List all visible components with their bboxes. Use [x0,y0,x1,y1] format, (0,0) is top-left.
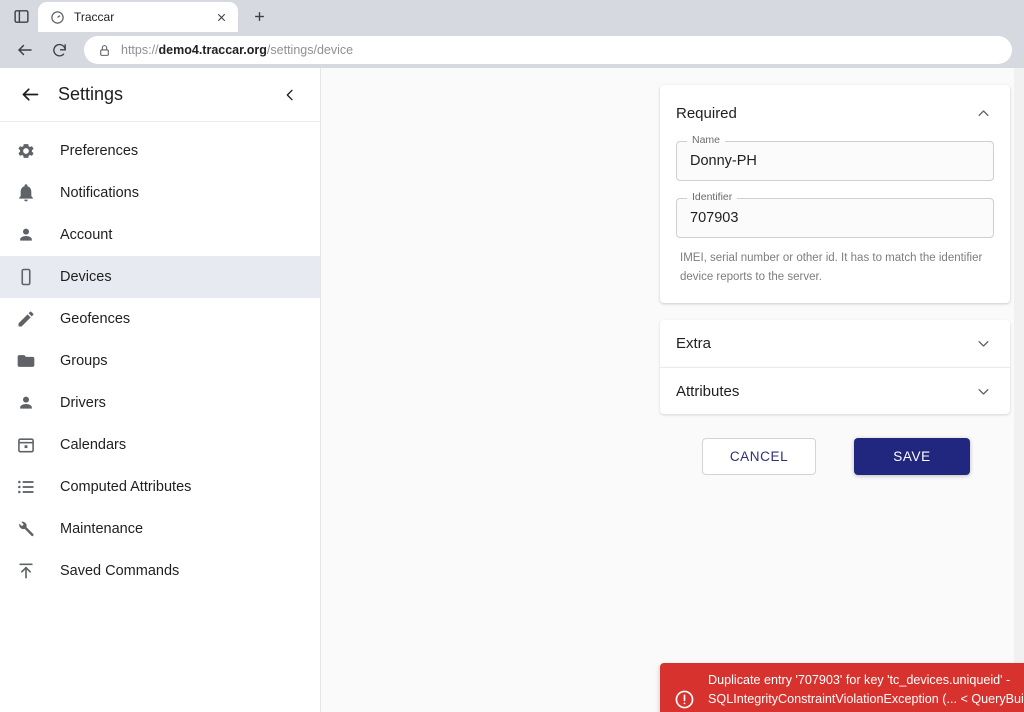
sidebar-item-preferences[interactable]: Preferences [0,130,320,172]
required-section-card: Required Name Identifier [660,85,1010,303]
attributes-section-header[interactable]: Attributes [660,367,1010,414]
sidebar-item-label: Groups [60,353,108,369]
snackbar-message: Duplicate entry '707903' for key 'tc_dev… [708,673,1024,712]
sidebar-item-devices[interactable]: Devices [0,256,320,298]
section-title: Extra [676,335,712,352]
collapsed-sections: Extra Attributes [660,320,1010,414]
person-icon [14,223,38,247]
sidebar-item-label: Preferences [60,143,139,159]
back-arrow-icon[interactable] [18,83,42,107]
sidebar-item-computed-attributes[interactable]: Computed Attributes [0,466,320,508]
new-tab-button[interactable] [244,2,274,30]
sidebar-item-maintenance[interactable]: Maintenance [0,508,320,550]
upload-icon [14,559,38,583]
sidebar-item-label: Notifications [60,185,139,201]
device-icon [14,265,38,289]
cancel-button[interactable]: CANCEL [702,438,816,475]
section-title: Attributes [676,382,740,400]
required-section-header[interactable]: Required [660,85,1010,141]
url-text: https://demo4.traccar.org/settings/devic… [121,43,353,57]
back-arrow-icon[interactable] [10,35,40,65]
section-title: Required [676,104,737,122]
tab-close-icon[interactable] [212,8,230,26]
settings-nav-list: Preferences Notifications Account Device… [0,122,320,592]
device-form: Required Name Identifier [660,85,1010,475]
sidebar-item-label: Devices [60,269,112,285]
sidebar-item-groups[interactable]: Groups [0,340,320,382]
calendar-icon [14,433,38,457]
traccar-favicon [50,10,65,25]
sidebar-item-saved-commands[interactable]: Saved Commands [0,550,320,592]
wrench-icon [14,517,38,541]
url-path: /settings/device [266,43,354,57]
gear-icon [14,139,38,163]
lock-icon [98,44,111,57]
chevron-up-icon[interactable] [972,102,994,124]
sidebar-item-label: Geofences [60,311,131,327]
tab-strip: Traccar [0,0,1024,32]
bell-icon [14,181,38,205]
form-actions: CANCEL SAVE [660,438,1010,475]
sidebar-item-account[interactable]: Account [0,214,320,256]
list-icon [14,475,38,499]
name-input[interactable] [677,153,993,169]
page-right-gutter [1014,68,1024,712]
sidebar-item-label: Account [60,227,113,243]
identifier-input[interactable] [677,210,993,226]
sidebar-header: Settings [0,68,320,122]
required-section-body: Name Identifier IMEI, serial number or o… [660,134,1010,303]
pencil-icon [14,307,38,331]
tab-title: Traccar [74,10,115,24]
reload-icon[interactable] [44,35,74,65]
sidebar-item-geofences[interactable]: Geofences [0,298,320,340]
folder-icon [14,349,38,373]
identifier-field-label: Identifier [687,191,738,203]
chevron-down-icon[interactable] [972,380,994,402]
sidebar-item-label: Calendars [60,437,127,453]
sidebar-item-drivers[interactable]: Drivers [0,382,320,424]
app-viewport: Settings Preferences Notifications Accou… [0,68,1024,712]
browser-sidebar-toggle-button[interactable] [4,2,38,30]
chevron-down-icon[interactable] [972,333,994,355]
sidebar-item-label: Saved Commands [60,563,180,579]
sidebar-item-notifications[interactable]: Notifications [0,172,320,214]
identifier-helper-text: IMEI, serial number or other id. It has … [680,252,983,283]
browser-chrome: Traccar https://demo4.traccar.org/settin… [0,0,1024,68]
browser-toolbar: https://demo4.traccar.org/settings/devic… [0,32,1024,68]
sidebar-item-label: Maintenance [60,521,144,537]
identifier-field-wrapper[interactable]: Identifier [676,191,994,238]
error-snackbar: Duplicate entry '707903' for key 'tc_dev… [660,663,1024,712]
url-domain: demo4.traccar.org [158,43,267,57]
person-icon [14,391,38,415]
page-title: Settings [58,84,124,104]
sidebar-item-label: Drivers [60,395,106,411]
sidebar-item-label: Computed Attributes [60,479,192,495]
extra-section-header[interactable]: Extra [660,320,1010,367]
error-circle-icon [674,689,695,710]
main-content: Required Name Identifier [321,68,1024,712]
address-bar[interactable]: https://demo4.traccar.org/settings/devic… [84,36,1012,64]
url-scheme: https:// [121,43,159,57]
collapse-chevron-icon[interactable] [278,83,302,107]
settings-sidebar: Settings Preferences Notifications Accou… [0,68,321,712]
sidebar-item-calendars[interactable]: Calendars [0,424,320,466]
name-field-wrapper[interactable]: Name [676,134,994,181]
browser-tab[interactable]: Traccar [38,2,238,32]
save-button[interactable]: SAVE [854,438,970,475]
name-field-label: Name [687,134,726,146]
